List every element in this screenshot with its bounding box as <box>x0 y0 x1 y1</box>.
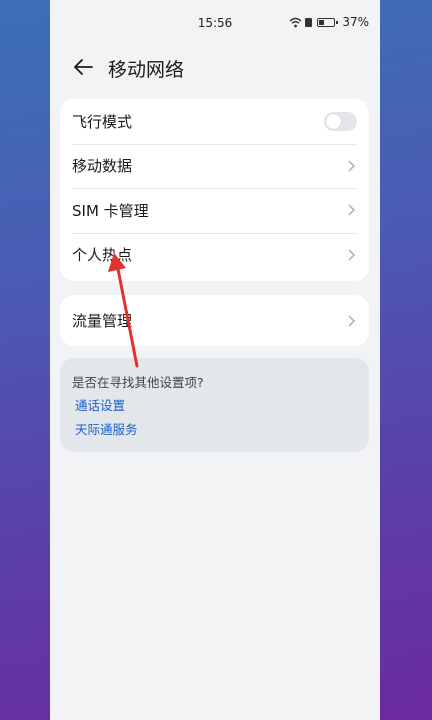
setting-label: SIM 卡管理 <box>72 201 149 220</box>
call-settings-link[interactable]: 通话设置 <box>75 395 125 414</box>
wifi-icon <box>289 17 302 27</box>
status-icons: 37% <box>289 15 369 29</box>
page-title: 移动网络 <box>108 59 185 81</box>
traffic-card: 流量管理 <box>60 295 369 346</box>
skytone-service-link[interactable]: 天际通服务 <box>75 419 138 438</box>
battery-fill <box>319 19 325 25</box>
chevron-right-icon <box>348 249 356 261</box>
battery-icon <box>317 17 339 27</box>
chevron-right-icon <box>348 314 356 327</box>
chevron-right-icon <box>348 160 356 172</box>
setting-row-airplane-mode[interactable]: 飞行模式 <box>60 99 369 144</box>
setting-row-mobile-data[interactable]: 移动数据 <box>60 143 369 189</box>
status-bar: 15:56 37% <box>50 0 380 44</box>
settings-card: 飞行模式 移动数据 SIM 卡管理 个人热点 <box>60 99 369 281</box>
setting-row-sim-management[interactable]: SIM 卡管理 <box>60 188 369 233</box>
battery-percent: 37% <box>342 15 369 29</box>
sim-badge-icon <box>305 17 313 27</box>
setting-label: 移动数据 <box>72 157 133 176</box>
setting-label: 个人热点 <box>72 246 133 265</box>
toggle-knob <box>326 113 341 129</box>
setting-row-personal-hotspot[interactable]: 个人热点 <box>60 232 369 278</box>
suggestions-panel: 是否在寻找其他设置项? 通话设置 天际通服务 <box>60 358 369 452</box>
setting-row-traffic-management[interactable]: 流量管理 <box>60 295 369 346</box>
phone-screen: 15:56 37% 移动网络 飞行模式 移动数据 SIM 卡管理 个人热点 流量… <box>50 0 380 720</box>
arrow-left-icon[interactable] <box>72 56 94 78</box>
header: 移动网络 <box>50 50 380 86</box>
setting-label: 飞行模式 <box>72 112 133 131</box>
suggestions-title: 是否在寻找其他设置项? <box>72 375 204 390</box>
setting-label: 流量管理 <box>72 312 133 330</box>
airplane-mode-toggle[interactable] <box>324 111 357 131</box>
chevron-right-icon <box>348 204 356 216</box>
